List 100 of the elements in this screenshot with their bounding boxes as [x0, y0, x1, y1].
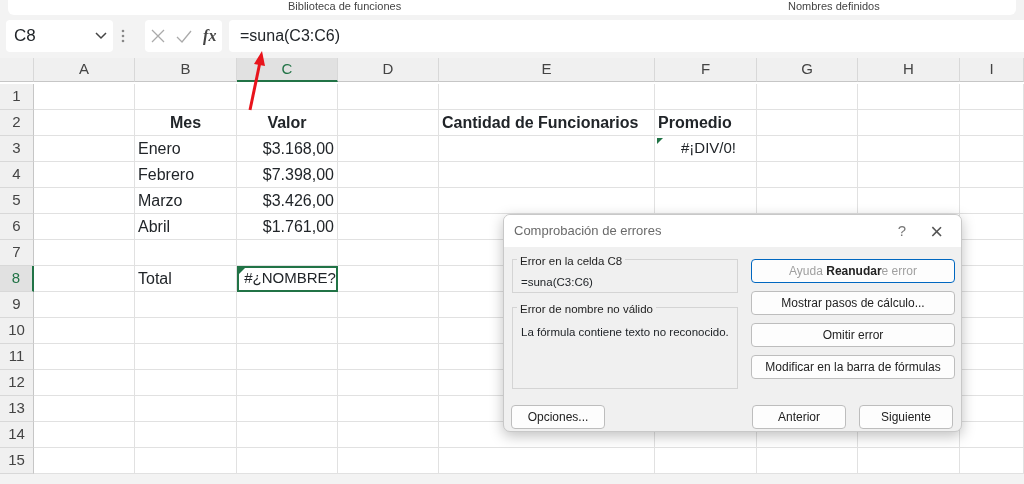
- table-cell[interactable]: $1.761,00: [237, 214, 338, 240]
- table-cell[interactable]: [338, 188, 439, 214]
- name-box[interactable]: C8: [6, 20, 113, 52]
- table-cell[interactable]: Abril: [135, 214, 237, 240]
- table-cell[interactable]: [338, 396, 439, 422]
- dialog-button[interactable]: Omitir error: [751, 323, 955, 347]
- table-cell[interactable]: [960, 110, 1024, 136]
- table-cell[interactable]: [858, 136, 960, 162]
- row-header[interactable]: 10: [0, 318, 34, 344]
- dialog-button[interactable]: Opciones...: [511, 405, 605, 429]
- table-cell[interactable]: $3.168,00: [237, 136, 338, 162]
- table-cell[interactable]: Total: [135, 266, 237, 292]
- check-icon[interactable]: [175, 29, 192, 43]
- table-cell[interactable]: [960, 188, 1024, 214]
- table-cell[interactable]: [338, 292, 439, 318]
- table-cell[interactable]: [34, 162, 135, 188]
- selected-cell[interactable]: #¿NOMBRE?: [237, 266, 338, 292]
- row-header[interactable]: 8: [0, 266, 34, 292]
- table-cell[interactable]: $7.398,00: [237, 162, 338, 188]
- table-cell[interactable]: [338, 266, 439, 292]
- table-cell[interactable]: #¡DIV/0!: [655, 136, 757, 162]
- table-cell[interactable]: Febrero: [135, 162, 237, 188]
- table-cell[interactable]: [34, 344, 135, 370]
- row-header[interactable]: 4: [0, 162, 34, 188]
- column-header[interactable]: E: [439, 58, 655, 82]
- table-cell[interactable]: [960, 162, 1024, 188]
- table-cell[interactable]: [237, 292, 338, 318]
- table-cell[interactable]: [34, 266, 135, 292]
- table-cell[interactable]: [338, 370, 439, 396]
- column-header[interactable]: C: [237, 58, 338, 82]
- table-cell[interactable]: [135, 396, 237, 422]
- table-cell[interactable]: [858, 448, 960, 474]
- table-cell[interactable]: [338, 136, 439, 162]
- row-header[interactable]: 7: [0, 240, 34, 266]
- table-cell[interactable]: [338, 214, 439, 240]
- table-cell[interactable]: [338, 344, 439, 370]
- table-cell[interactable]: [757, 448, 858, 474]
- row-header[interactable]: 11: [0, 344, 34, 370]
- row-header[interactable]: 9: [0, 292, 34, 318]
- table-cell[interactable]: [135, 448, 237, 474]
- table-cell[interactable]: [135, 422, 237, 448]
- table-cell[interactable]: Cantidad de Funcionarios: [439, 110, 655, 136]
- table-cell[interactable]: [655, 162, 757, 188]
- table-cell[interactable]: [655, 84, 757, 110]
- formula-input[interactable]: =suna(C3:C6): [229, 20, 1024, 52]
- select-all-corner[interactable]: [0, 58, 34, 82]
- table-cell[interactable]: [655, 448, 757, 474]
- table-cell[interactable]: [439, 84, 655, 110]
- table-cell[interactable]: Promedio: [655, 110, 757, 136]
- table-cell[interactable]: [338, 110, 439, 136]
- row-header[interactable]: 1: [0, 84, 34, 110]
- table-cell[interactable]: [338, 448, 439, 474]
- table-cell[interactable]: [34, 318, 135, 344]
- table-cell[interactable]: [237, 422, 338, 448]
- row-header[interactable]: 13: [0, 396, 34, 422]
- dialog-button[interactable]: Ayuda Reanudare error: [751, 259, 955, 283]
- dialog-button[interactable]: Siguiente: [859, 405, 953, 429]
- table-cell[interactable]: [757, 136, 858, 162]
- table-cell[interactable]: Mes: [135, 110, 237, 136]
- table-cell[interactable]: [237, 448, 338, 474]
- column-header[interactable]: D: [338, 58, 439, 82]
- table-cell[interactable]: [135, 292, 237, 318]
- table-cell[interactable]: [34, 396, 135, 422]
- dialog-button[interactable]: Anterior: [752, 405, 846, 429]
- table-cell[interactable]: Valor: [237, 110, 338, 136]
- column-header[interactable]: B: [135, 58, 237, 82]
- table-cell[interactable]: [237, 240, 338, 266]
- close-button[interactable]: ×: [930, 215, 943, 248]
- column-header[interactable]: H: [858, 58, 960, 82]
- table-cell[interactable]: [439, 162, 655, 188]
- insert-function-button[interactable]: fx: [203, 24, 217, 48]
- row-header[interactable]: 12: [0, 370, 34, 396]
- table-cell[interactable]: $3.426,00: [237, 188, 338, 214]
- table-cell[interactable]: [34, 110, 135, 136]
- table-cell[interactable]: [135, 84, 237, 110]
- table-cell[interactable]: [237, 318, 338, 344]
- dialog-button[interactable]: Modificar en la barra de fórmulas: [751, 355, 955, 379]
- table-cell[interactable]: [960, 448, 1024, 474]
- table-cell[interactable]: [135, 240, 237, 266]
- table-cell[interactable]: [757, 84, 858, 110]
- table-cell[interactable]: [858, 162, 960, 188]
- cancel-icon[interactable]: [150, 29, 165, 43]
- table-cell[interactable]: [34, 448, 135, 474]
- table-cell[interactable]: [34, 422, 135, 448]
- table-cell[interactable]: [135, 344, 237, 370]
- table-cell[interactable]: [237, 370, 338, 396]
- column-header[interactable]: I: [960, 58, 1024, 82]
- column-header[interactable]: G: [757, 58, 858, 82]
- table-cell[interactable]: [34, 370, 135, 396]
- column-header[interactable]: F: [655, 58, 757, 82]
- grip-icon[interactable]: [121, 29, 125, 43]
- table-cell[interactable]: [858, 84, 960, 110]
- table-cell[interactable]: [34, 292, 135, 318]
- row-header[interactable]: 3: [0, 136, 34, 162]
- table-cell[interactable]: [34, 188, 135, 214]
- table-cell[interactable]: Enero: [135, 136, 237, 162]
- table-cell[interactable]: [135, 318, 237, 344]
- table-cell[interactable]: [757, 110, 858, 136]
- row-header[interactable]: 5: [0, 188, 34, 214]
- table-cell[interactable]: [237, 84, 338, 110]
